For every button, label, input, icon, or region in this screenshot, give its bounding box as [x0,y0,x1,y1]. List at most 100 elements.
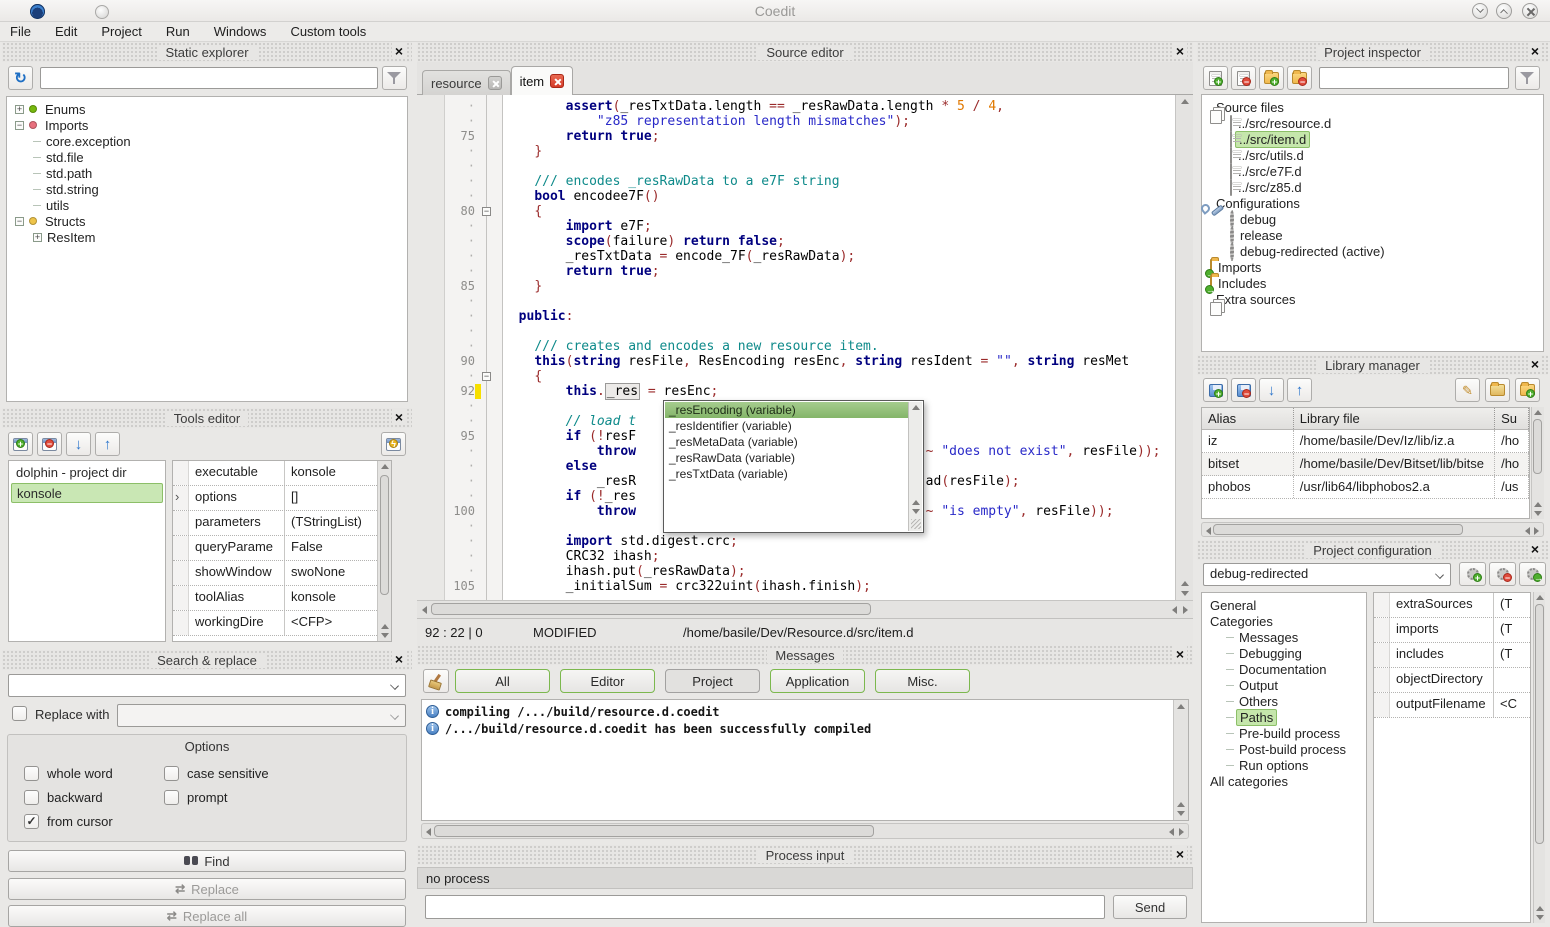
tab-close-button[interactable] [550,74,564,88]
option-checkbox-case-sensitive[interactable]: case sensitive [164,761,304,785]
activate-configuration-button[interactable]: → [1519,562,1546,586]
property-row[interactable]: outputFilename<C [1374,693,1530,718]
library-row[interactable]: iz/home/basile/Dev/Iz/lib/iz.a/ho [1202,430,1529,453]
property-row[interactable]: parameters(TStringList) [173,511,377,536]
completion-item[interactable]: _resRawData (variable) [665,450,908,466]
replace-all-button[interactable]: ⇄ Replace all [8,905,406,927]
menu-custom-tools[interactable]: Custom tools [290,24,366,39]
tree-item[interactable]: utils [9,197,405,213]
tree-item[interactable]: Output [1204,677,1364,693]
tree-item[interactable]: debug-redirected (active) [1204,243,1541,259]
tree-item[interactable]: −Structs [9,213,405,229]
menu-windows[interactable]: Windows [214,24,267,39]
tree-item[interactable]: General [1204,597,1364,613]
tree-item[interactable]: →Includes [1204,275,1541,291]
move-down-button[interactable]: ↓ [1259,378,1284,402]
tree-item[interactable]: +ResItem [9,229,405,245]
completion-item[interactable]: _resMetaData (variable) [665,434,908,450]
tree-item[interactable]: ../src/resource.d [1204,115,1541,131]
expand-icon[interactable]: + [33,233,42,242]
messages-vscrollbar[interactable] [1173,700,1188,820]
unchecked-checkbox-icon[interactable] [164,766,179,781]
completion-item[interactable]: _resEncoding (variable) [665,402,908,418]
option-checkbox-from-cursor[interactable]: ✓from cursor [24,809,164,833]
clear-filter-button[interactable] [1515,66,1540,90]
inspector-filter-input[interactable] [1319,67,1509,89]
process-input-field[interactable] [425,895,1105,919]
configuration-select[interactable]: debug-redirected [1203,563,1451,586]
property-row[interactable]: executablekonsole [173,461,377,486]
unchecked-checkbox-icon[interactable] [24,766,39,781]
property-value[interactable] [1494,668,1530,692]
remove-tool-button[interactable]: − [37,432,62,456]
property-row[interactable]: ›options[] [173,486,377,511]
edit-library-button[interactable]: ✎ [1455,378,1480,402]
property-value[interactable]: [] [285,486,377,510]
tree-item[interactable]: Documentation [1204,661,1364,677]
tree-item[interactable]: Others [1204,693,1364,709]
tree-item[interactable]: ../src/utils.d [1204,147,1541,163]
move-up-button[interactable]: ↑ [95,432,120,456]
property-value[interactable]: (T [1494,618,1530,642]
message-line[interactable]: icompiling /.../build/resource.d.coedit [426,703,1170,720]
message-line[interactable]: i/.../build/resource.d.coedit has been s… [426,720,1170,737]
tree-item[interactable]: Paths [1204,709,1364,725]
run-tool-button[interactable]: ϟ [381,432,406,456]
tree-item[interactable]: core.exception [9,133,405,149]
property-row[interactable]: includes(T [1374,643,1530,668]
close-panel-icon[interactable]: × [1528,356,1542,372]
tree-item[interactable]: release [1204,227,1541,243]
tree-item[interactable]: ../src/item.d [1204,131,1541,147]
filter-button-application[interactable]: Application [770,669,865,693]
library-row[interactable]: bitset/home/basile/Dev/Bitset/lib/bitse/… [1202,453,1529,476]
tree-item[interactable]: debug [1204,211,1541,227]
editor-vscrollbar[interactable] [1175,95,1193,600]
tree-item[interactable]: −Imports [9,117,405,133]
add-source-button[interactable]: + [1203,66,1228,90]
tree-item[interactable]: Pre-build process [1204,725,1364,741]
tree-item[interactable]: Debugging [1204,645,1364,661]
tab-close-button[interactable] [488,76,502,90]
close-panel-icon[interactable]: × [1173,43,1187,59]
move-up-button[interactable]: ↑ [1287,378,1312,402]
close-panel-icon[interactable]: × [392,409,406,425]
property-row[interactable]: objectDirectory [1374,668,1530,693]
property-row[interactable]: showWindowswoNone [173,561,377,586]
remove-library-button[interactable]: − [1231,378,1256,402]
fold-collapse-icon[interactable]: − [482,372,491,381]
find-button[interactable]: Find [8,850,406,872]
tree-item[interactable]: Source files [1204,99,1541,115]
maximize-button[interactable] [1496,3,1512,19]
open-library-button[interactable] [1485,378,1510,402]
tree-item[interactable]: std.file [9,149,405,165]
tree-item[interactable]: ../src/e7F.d [1204,163,1541,179]
property-row[interactable]: toolAliaskonsole [173,586,377,611]
tree-item[interactable]: Configurations [1204,195,1541,211]
filter-button-project[interactable]: Project [665,669,760,693]
property-value[interactable]: (TStringList) [285,511,377,535]
filter-button-editor[interactable]: Editor [560,669,655,693]
library-hscrollbar[interactable] [1201,522,1544,537]
replace-term-combo[interactable] [117,704,406,727]
expand-icon[interactable]: + [15,105,24,114]
send-button[interactable]: Send [1113,895,1187,919]
property-value[interactable]: <C [1494,693,1530,717]
close-button[interactable] [1522,3,1538,19]
minimize-button[interactable] [1472,3,1488,19]
tool-list-item[interactable]: dolphin - project dir [11,463,163,483]
popup-vscrollbar[interactable] [908,402,922,531]
column-header[interactable]: Library file [1294,408,1495,429]
tree-item[interactable]: std.string [9,181,405,197]
add-configuration-button[interactable]: + [1459,562,1486,586]
messages-hscrollbar[interactable] [421,823,1189,839]
filter-button-all[interactable]: All [455,669,550,693]
clear-messages-button[interactable] [423,669,449,693]
property-row[interactable]: workingDire<CFP> [173,611,377,636]
grid-vscrollbar[interactable] [377,461,391,641]
close-panel-icon[interactable]: × [1173,646,1187,662]
close-panel-icon[interactable]: × [392,43,406,59]
completion-item[interactable]: _resIdentifier (variable) [665,418,908,434]
collapse-icon[interactable]: − [15,217,24,226]
column-header[interactable]: Alias [1202,408,1294,429]
property-row[interactable]: imports(T [1374,618,1530,643]
